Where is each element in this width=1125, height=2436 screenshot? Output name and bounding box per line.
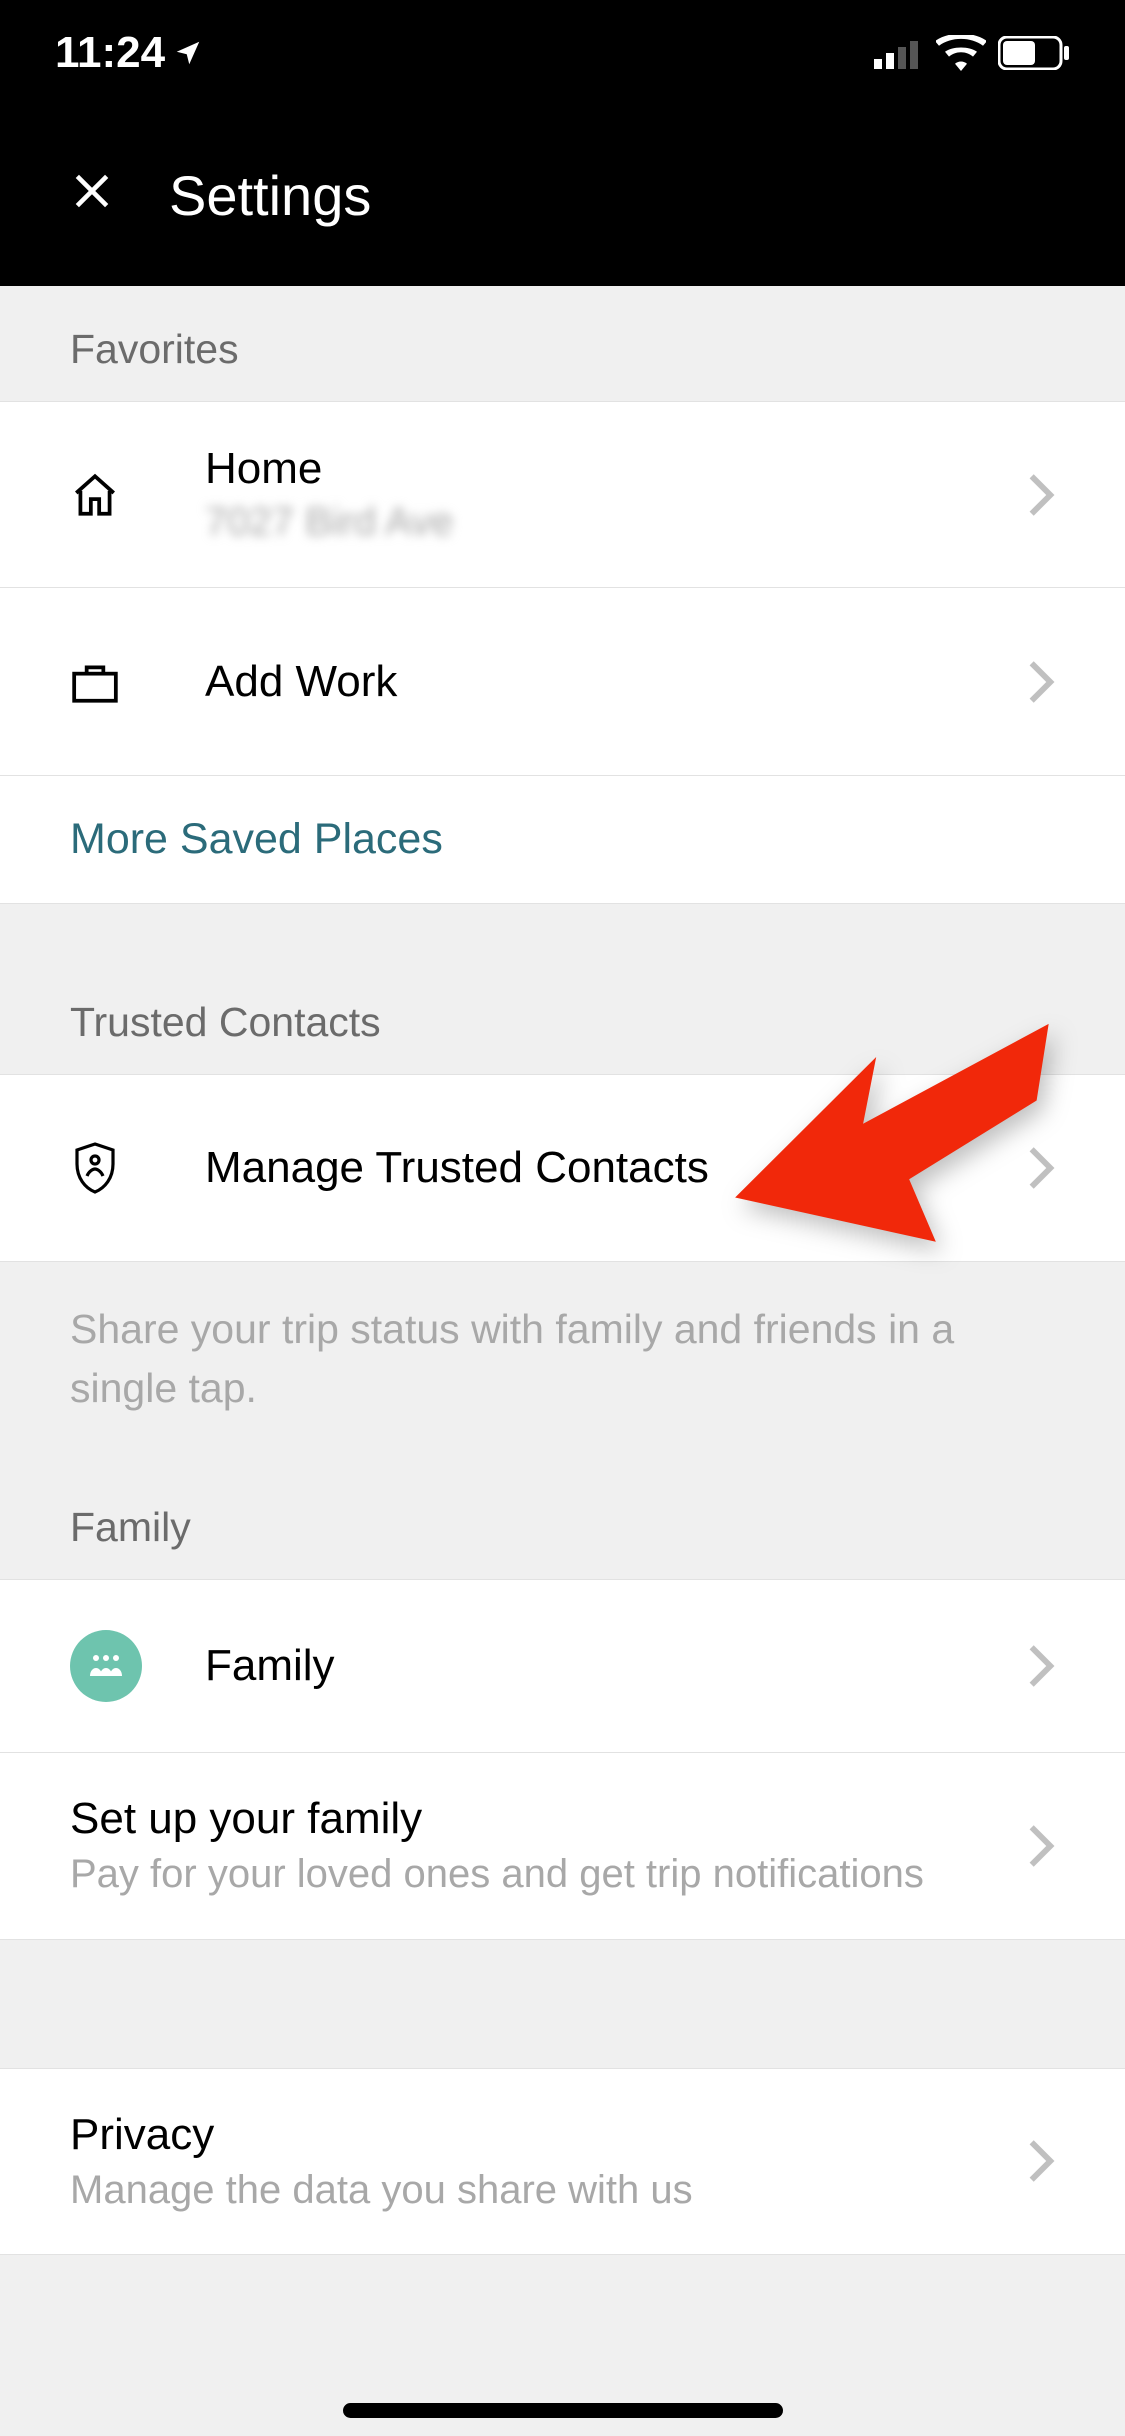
privacy-title: Privacy xyxy=(70,2110,1027,2160)
privacy-row[interactable]: Privacy Manage the data you share with u… xyxy=(0,2068,1125,2255)
section-header-family: Family xyxy=(0,1419,1125,1579)
signal-icon xyxy=(874,37,924,69)
briefcase-icon xyxy=(70,660,120,704)
section-header-favorites: Favorites xyxy=(0,286,1125,401)
manage-trusted-contacts-row[interactable]: Manage Trusted Contacts xyxy=(0,1074,1125,1262)
home-indicator[interactable] xyxy=(343,2403,783,2418)
chevron-right-icon xyxy=(1027,1822,1055,1870)
location-icon xyxy=(173,38,203,68)
more-saved-places-link[interactable]: More Saved Places xyxy=(0,776,1125,904)
chevron-right-icon xyxy=(1027,1144,1055,1192)
privacy-subtitle: Manage the data you share with us xyxy=(70,2168,1027,2213)
wifi-icon xyxy=(936,35,986,71)
people-icon xyxy=(86,1650,126,1682)
header: Settings xyxy=(0,105,1125,286)
battery-icon xyxy=(998,36,1070,70)
status-time: 11:24 xyxy=(55,28,165,78)
chevron-right-icon xyxy=(1027,1642,1055,1690)
home-icon xyxy=(70,470,120,520)
chevron-right-icon xyxy=(1027,658,1055,706)
chevron-right-icon xyxy=(1027,2137,1055,2185)
more-saved-places-label: More Saved Places xyxy=(70,815,443,864)
home-address: 7027 Bird Ave xyxy=(205,500,1027,545)
manage-trusted-label: Manage Trusted Contacts xyxy=(205,1143,1027,1193)
close-icon[interactable] xyxy=(70,169,114,222)
favorite-home-row[interactable]: Home 7027 Bird Ave xyxy=(0,401,1125,588)
add-work-label: Add Work xyxy=(205,657,1027,707)
setup-family-row[interactable]: Set up your family Pay for your loved on… xyxy=(0,1753,1125,1940)
family-circle-icon xyxy=(70,1630,142,1702)
chevron-right-icon xyxy=(1027,471,1055,519)
status-time-group: 11:24 xyxy=(55,28,203,78)
home-label: Home xyxy=(205,444,1027,494)
trusted-description: Share your trip status with family and f… xyxy=(0,1262,1125,1419)
shield-icon xyxy=(70,1140,120,1196)
family-label: Family xyxy=(205,1641,1027,1691)
spacer xyxy=(0,1940,1125,2068)
status-bar: 11:24 xyxy=(0,0,1125,105)
section-header-trusted: Trusted Contacts xyxy=(0,904,1125,1074)
family-row[interactable]: Family xyxy=(0,1579,1125,1753)
setup-family-title: Set up your family xyxy=(70,1794,1027,1844)
favorite-work-row[interactable]: Add Work xyxy=(0,588,1125,776)
page-title: Settings xyxy=(169,163,371,228)
status-icons xyxy=(874,35,1070,71)
setup-family-subtitle: Pay for your loved ones and get trip not… xyxy=(70,1852,1027,1897)
